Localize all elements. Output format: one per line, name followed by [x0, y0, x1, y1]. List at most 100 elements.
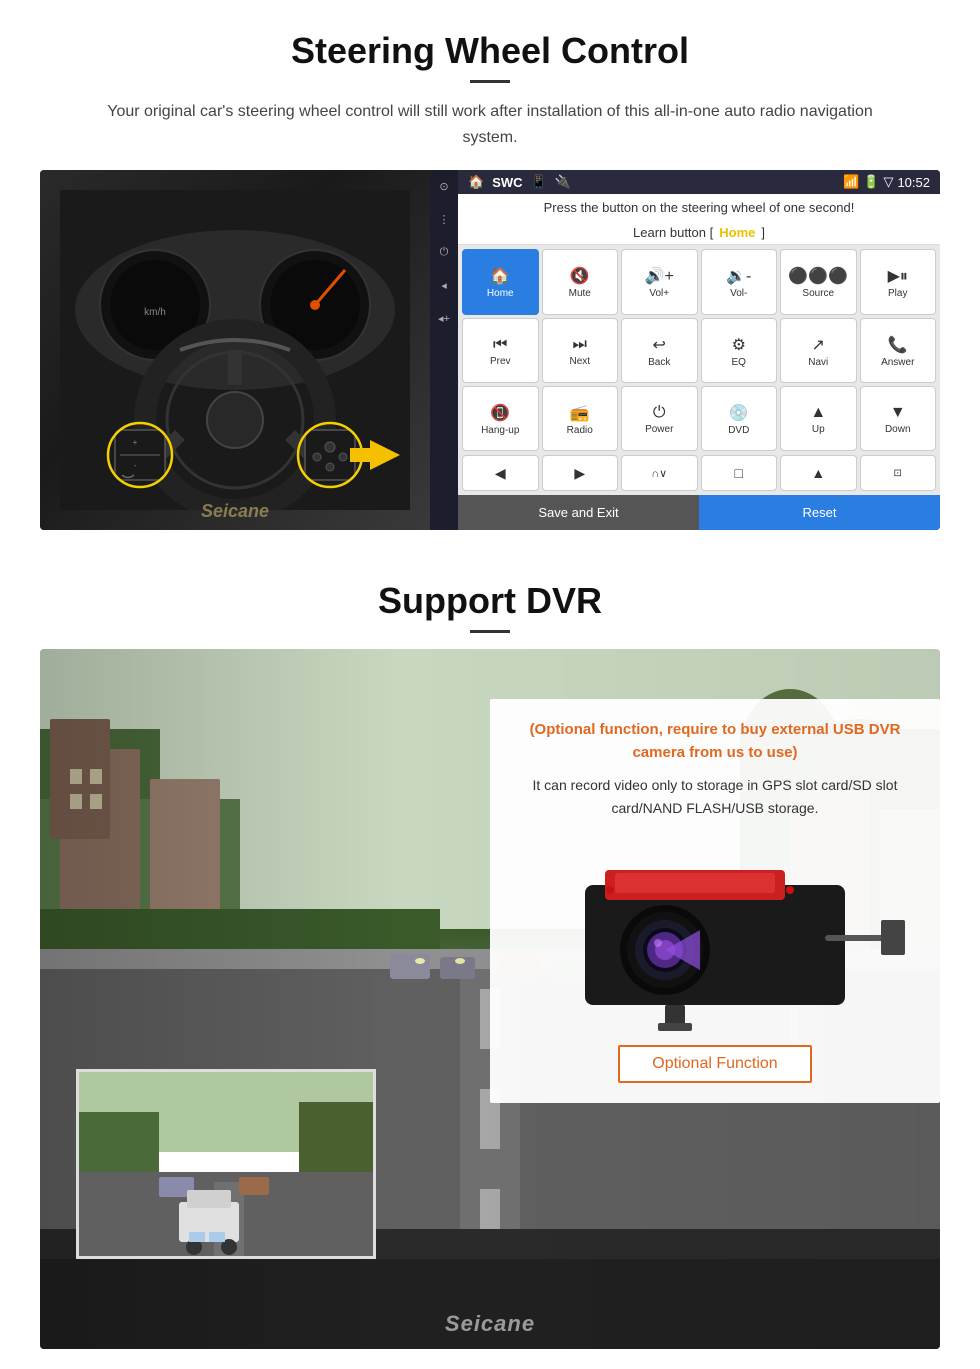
swc-learn-row: Learn button [ Home ] — [458, 221, 940, 245]
swc-btn-dvd[interactable]: 💿 DVD — [701, 386, 778, 451]
save-exit-button[interactable]: Save and Exit — [458, 495, 699, 530]
swc-btn-mute[interactable]: 🔇 Mute — [542, 249, 619, 314]
side-icon-menu: ⋮ — [439, 213, 450, 226]
dvr-section: Support DVR — [0, 550, 980, 1369]
answer-btn-label: Answer — [881, 357, 914, 368]
swc-btn-play[interactable]: ▶⏸ Play — [860, 249, 937, 314]
next-btn-label: Next — [569, 356, 590, 367]
dvr-info-panel: (Optional function, require to buy exter… — [490, 699, 940, 1103]
swc-steering-photo: km/h — [40, 170, 430, 530]
dvr-info-title: (Optional function, require to buy exter… — [512, 719, 918, 764]
arrow-wave-btn[interactable]: ∩∨ — [621, 455, 698, 491]
side-icon-power: ⏻ — [440, 246, 449, 259]
arrow-square-btn[interactable]: □ — [701, 455, 778, 491]
home-btn-label: Home — [487, 288, 514, 299]
optional-function-badge: Optional Function — [618, 1045, 811, 1083]
navi-btn-icon: ↗ — [812, 335, 825, 355]
swc-btn-down[interactable]: ▼ Down — [860, 386, 937, 451]
swc-subtitle: Your original car's steering wheel contr… — [80, 99, 900, 150]
prev-btn-label: Prev — [490, 356, 511, 367]
optional-function-container: Optional Function — [512, 1045, 918, 1083]
prev-btn-icon: ⏮ — [493, 336, 507, 354]
swc-btn-back[interactable]: ↩ Back — [621, 318, 698, 383]
voldown-btn-label: Vol- — [730, 288, 747, 299]
swc-label: SWC — [492, 175, 522, 190]
radio-btn-icon: 📻 — [570, 403, 590, 423]
swc-btn-prev[interactable]: ⏮ Prev — [462, 318, 539, 383]
back-btn-icon: ↩ — [653, 335, 666, 355]
steering-wheel-svg: km/h — [60, 190, 410, 510]
arrow-left-btn[interactable]: ◀ — [462, 455, 539, 491]
next-btn-icon: ⏭ — [573, 336, 587, 354]
power-btn-icon: ⏻ — [653, 404, 666, 422]
swc-btn-power[interactable]: ⏻ Power — [621, 386, 698, 451]
eq-btn-label: EQ — [732, 357, 746, 368]
clock-display: 10:52 — [897, 175, 930, 190]
dvr-inset-screen — [76, 1069, 376, 1259]
swc-title: Steering Wheel Control — [40, 30, 940, 72]
down-btn-icon: ▼ — [890, 404, 906, 422]
topbar-icon1: 📱 — [531, 174, 547, 190]
swc-btn-next[interactable]: ⏭ Next — [542, 318, 619, 383]
swc-action-bar: Save and Exit Reset — [458, 495, 940, 530]
source-btn-icon: ⚫⚫⚫ — [788, 266, 848, 286]
swc-btn-source[interactable]: ⚫⚫⚫ Source — [780, 249, 857, 314]
swc-topbar-left: 🏠 SWC 📱 🔌 — [468, 174, 571, 190]
swc-btn-up[interactable]: ▲ Up — [780, 386, 857, 451]
play-btn-icon: ▶⏸ — [888, 266, 908, 286]
dvr-info-body: It can record video only to storage in G… — [512, 774, 918, 819]
swc-btn-radio[interactable]: 📻 Radio — [542, 386, 619, 451]
topbar-icon2: 🔌 — [555, 174, 571, 190]
source-btn-label: Source — [802, 288, 834, 299]
dvr-inset-svg — [79, 1072, 376, 1259]
dvd-btn-icon: 💿 — [729, 403, 749, 423]
home-function-label: Home — [719, 225, 755, 240]
swc-button-grid: 🏠 Home 🔇 Mute 🔊+ Vol+ 🔉- Vol- ⚫⚫⚫ — [458, 245, 940, 455]
learn-bracket: ] — [761, 225, 765, 240]
mute-btn-icon: 🔇 — [570, 266, 590, 286]
swc-btn-hangup[interactable]: 📵 Hang-up — [462, 386, 539, 451]
swc-topbar: 🏠 SWC 📱 🔌 📶 🔋 ▽ 10:52 — [458, 170, 940, 194]
voldown-btn-icon: 🔉- — [726, 266, 751, 286]
side-icon-search: ⊙ — [439, 180, 448, 193]
swc-arrow-row: ◀ ▶ ∩∨ □ ▲ ⊡ — [458, 455, 940, 495]
reset-button[interactable]: Reset — [699, 495, 940, 530]
swc-ui-panel: 🏠 SWC 📱 🔌 📶 🔋 ▽ 10:52 Press the button o… — [458, 170, 940, 530]
dvr-title: Support DVR — [40, 580, 940, 622]
navi-btn-label: Navi — [808, 357, 828, 368]
power-btn-label: Power — [645, 424, 673, 435]
dvd-btn-label: DVD — [728, 425, 749, 436]
arrow-right-btn[interactable]: ▶ — [542, 455, 619, 491]
home-btn-icon: 🏠 — [490, 266, 510, 286]
battery-icon: 🔋 — [863, 174, 879, 190]
hangup-btn-icon: 📵 — [490, 403, 510, 423]
swc-btn-eq[interactable]: ⚙ EQ — [701, 318, 778, 383]
dvr-divider — [470, 630, 510, 633]
learn-label: Learn button [ — [633, 225, 713, 240]
arrow-grid-btn[interactable]: ⊡ — [860, 455, 937, 491]
answer-btn-icon: 📞 — [888, 335, 908, 355]
up-btn-icon: ▲ — [810, 404, 826, 422]
svg-text:+: + — [133, 438, 138, 447]
arrow-up2-btn[interactable]: ▲ — [780, 455, 857, 491]
hangup-btn-label: Hang-up — [481, 425, 519, 436]
swc-status-message: Press the button on the steering wheel o… — [458, 194, 940, 221]
swc-btn-voldown[interactable]: 🔉- Vol- — [701, 249, 778, 314]
mute-btn-label: Mute — [569, 288, 591, 299]
swc-btn-home[interactable]: 🏠 Home — [462, 249, 539, 314]
signal-icon: 📶 — [843, 174, 859, 190]
eq-btn-icon: ⚙ — [732, 335, 746, 355]
swc-btn-navi[interactable]: ↗ Navi — [780, 318, 857, 383]
swc-btn-answer[interactable]: 📞 Answer — [860, 318, 937, 383]
swc-btn-volup[interactable]: 🔊+ Vol+ — [621, 249, 698, 314]
side-icon-vol: ◂ — [441, 279, 447, 292]
play-btn-label: Play — [888, 288, 907, 299]
side-icon-vol2: ◂+ — [438, 312, 450, 325]
dvr-image-container: (Optional function, require to buy exter… — [40, 649, 940, 1349]
home-icon-topbar: 🏠 — [468, 174, 484, 190]
swc-side-panel: ⊙ ⋮ ⏻ ◂ ◂+ — [430, 170, 458, 530]
svg-text:km/h: km/h — [144, 307, 166, 318]
down-btn-label: Down — [885, 424, 911, 435]
volup-btn-icon: 🔊+ — [645, 266, 674, 286]
swc-divider — [470, 80, 510, 83]
